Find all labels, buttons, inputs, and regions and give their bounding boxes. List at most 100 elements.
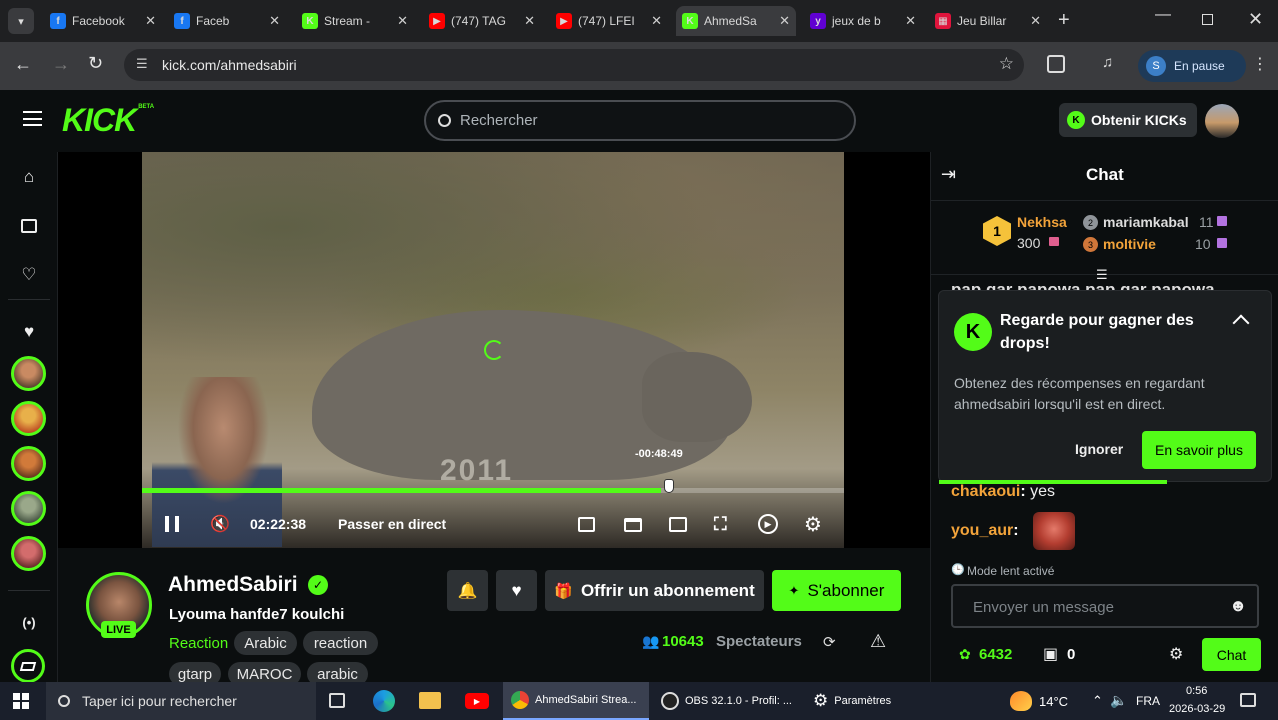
chat-username[interactable]: you_aur bbox=[951, 522, 1013, 539]
browser-tab[interactable]: ▦ Jeu Billar ✕ bbox=[929, 6, 1047, 36]
followed-channel-avatar[interactable] bbox=[11, 446, 46, 481]
restore-button[interactable] bbox=[1202, 14, 1213, 25]
follow-heart-button[interactable]: ♥ bbox=[496, 570, 537, 611]
ignore-button[interactable]: Ignorer bbox=[1075, 441, 1123, 457]
followed-channel-avatar[interactable] bbox=[11, 536, 46, 571]
youtube-icon[interactable]: ▶ bbox=[465, 693, 489, 709]
taskbar-app-settings[interactable]: ⚙ Paramètres bbox=[805, 682, 925, 720]
gift-box-icon[interactable]: ▣ bbox=[1043, 644, 1058, 664]
weather-icon[interactable] bbox=[1010, 691, 1032, 711]
live-broadcast-icon[interactable]: (•) bbox=[18, 611, 40, 633]
close-tab-icon[interactable]: ✕ bbox=[524, 13, 535, 29]
close-tab-icon[interactable]: ✕ bbox=[779, 13, 790, 29]
theater-mode-icon[interactable] bbox=[669, 517, 687, 532]
new-tab-button[interactable]: + bbox=[1058, 10, 1070, 30]
close-tab-icon[interactable]: ✕ bbox=[145, 13, 156, 29]
forward-arrow-icon[interactable]: → bbox=[52, 54, 70, 75]
close-tab-icon[interactable]: ✕ bbox=[269, 13, 280, 29]
volume-icon[interactable]: 🔈 bbox=[1110, 692, 1127, 709]
home-icon[interactable]: ⌂ bbox=[18, 166, 40, 188]
tab-list-chevron-icon[interactable]: ▾ bbox=[8, 8, 34, 34]
hamburger-menu-icon[interactable] bbox=[23, 111, 42, 126]
input-language[interactable]: FRA bbox=[1136, 694, 1160, 708]
taskbar-app-chrome[interactable]: AhmedSabiri Strea... bbox=[503, 682, 649, 720]
chat-input[interactable]: Envoyer un message ☻ bbox=[951, 584, 1259, 628]
bookmark-star-icon[interactable]: ☆ bbox=[999, 54, 1014, 74]
video-player[interactable]: 2011 -00:48:49 🔇 02:22:38 Passer en dire… bbox=[58, 152, 930, 548]
followed-channel-avatar[interactable] bbox=[11, 356, 46, 391]
task-view-icon[interactable] bbox=[329, 693, 345, 708]
settings-gear-icon[interactable]: ⚙ bbox=[804, 512, 822, 537]
user-avatar[interactable] bbox=[1205, 104, 1239, 138]
windows-start-icon[interactable] bbox=[13, 693, 29, 709]
browser-tab[interactable]: ▶ (747) LFEI ✕ bbox=[550, 6, 668, 36]
browse-icon[interactable] bbox=[18, 215, 40, 237]
tag-chip[interactable]: reaction bbox=[303, 631, 378, 655]
clip-icon[interactable] bbox=[624, 518, 642, 532]
media-controls-icon[interactable]: ♫ bbox=[1102, 54, 1113, 71]
site-settings-icon[interactable]: ☰ bbox=[136, 56, 148, 72]
get-kicks-button[interactable]: K Obtenir KICKs bbox=[1059, 103, 1197, 137]
omnibox[interactable]: ☰ kick.com/ahmedsabiri ☆ bbox=[124, 49, 1024, 81]
rank-badge: 2 bbox=[1083, 215, 1098, 230]
chat-settings-gear-icon[interactable]: ⚙ bbox=[1169, 644, 1183, 664]
progress-track[interactable] bbox=[142, 488, 844, 493]
following-heart-icon[interactable]: ♡ bbox=[18, 264, 40, 286]
share-icon[interactable]: ⟳ bbox=[823, 633, 836, 651]
edge-icon[interactable] bbox=[373, 690, 395, 712]
send-chat-button[interactable]: Chat bbox=[1202, 638, 1261, 671]
autoplay-icon[interactable]: ▶ bbox=[758, 514, 778, 534]
progress-fill bbox=[142, 488, 662, 493]
followed-channel-avatar[interactable] bbox=[11, 401, 46, 436]
reload-icon[interactable]: ↻ bbox=[88, 53, 103, 74]
browser-tab[interactable]: K Stream - ✕ bbox=[296, 6, 414, 36]
kick-studio-icon[interactable] bbox=[11, 649, 45, 683]
search-bar[interactable]: Rechercher bbox=[424, 100, 856, 141]
chat-username[interactable]: chakaoui bbox=[951, 483, 1020, 500]
browser-menu-icon[interactable]: ⋮ bbox=[1252, 54, 1268, 74]
browser-tab[interactable]: f Facebook ✕ bbox=[44, 6, 162, 36]
sidebar-divider bbox=[8, 299, 50, 300]
learn-more-button[interactable]: En savoir plus bbox=[1142, 431, 1256, 469]
followed-channel-avatar[interactable] bbox=[11, 491, 46, 526]
report-warning-icon[interactable]: ⚠ bbox=[870, 631, 886, 652]
go-live-button[interactable]: Passer en direct bbox=[338, 516, 446, 532]
browser-tab[interactable]: K AhmedSa ✕ bbox=[676, 6, 796, 36]
back-arrow-icon[interactable]: ← bbox=[14, 54, 32, 75]
file-explorer-icon[interactable] bbox=[419, 692, 441, 709]
leaderboard-name[interactable]: mariamkabal bbox=[1103, 214, 1189, 230]
emoji-icon[interactable]: ☻ bbox=[1229, 596, 1247, 616]
taskbar-app-obs[interactable]: OBS 32.1.0 - Profil: ... bbox=[653, 682, 799, 720]
leaderboard-name[interactable]: Nekhsa bbox=[1017, 214, 1067, 230]
collapse-chat-icon[interactable]: ⇥ bbox=[941, 164, 956, 185]
collapse-chevron-up-icon[interactable] bbox=[1232, 314, 1250, 332]
close-tab-icon[interactable]: ✕ bbox=[1030, 13, 1041, 29]
browser-tab[interactable]: ▶ (747) TAG ✕ bbox=[423, 6, 541, 36]
notifications-icon[interactable] bbox=[1240, 693, 1256, 707]
pip-icon[interactable] bbox=[578, 517, 595, 532]
close-tab-icon[interactable]: ✕ bbox=[905, 13, 916, 29]
leaderboard-name[interactable]: moltivie bbox=[1103, 236, 1156, 252]
notifications-bell-button[interactable]: 🔔 bbox=[447, 570, 488, 611]
subscribe-button[interactable]: ✦ S'abonner bbox=[772, 570, 901, 611]
kick-logo[interactable]: KICK BETA bbox=[62, 104, 154, 136]
browser-tab[interactable]: y jeux de b ✕ bbox=[804, 6, 922, 36]
tray-chevron-up-icon[interactable]: ⌃ bbox=[1092, 693, 1103, 709]
taskbar-search-box[interactable]: Taper ici pour rechercher bbox=[46, 682, 316, 720]
extensions-icon[interactable] bbox=[1047, 55, 1065, 73]
minimize-button[interactable]: — bbox=[1155, 6, 1171, 24]
browser-tab[interactable]: f Faceb ✕ bbox=[168, 6, 286, 36]
close-tab-icon[interactable]: ✕ bbox=[397, 13, 408, 29]
gift-subscription-button[interactable]: 🎁 Offrir un abonnement bbox=[545, 570, 764, 611]
channel-name[interactable]: AhmedSabiri bbox=[168, 573, 298, 597]
tab-label: (747) LFEI bbox=[578, 14, 635, 28]
tag-chip[interactable]: Arabic bbox=[234, 631, 297, 655]
category-link[interactable]: Reaction bbox=[169, 635, 228, 652]
mute-icon[interactable]: 🔇 bbox=[210, 514, 230, 534]
beta-badge: BETA bbox=[138, 104, 155, 110]
close-window-button[interactable]: ✕ bbox=[1248, 9, 1263, 30]
profile-button[interactable]: S En pause bbox=[1138, 50, 1246, 82]
close-tab-icon[interactable]: ✕ bbox=[651, 13, 662, 29]
fullscreen-icon[interactable]: ⛶ bbox=[714, 515, 727, 533]
pause-icon[interactable] bbox=[165, 516, 179, 532]
